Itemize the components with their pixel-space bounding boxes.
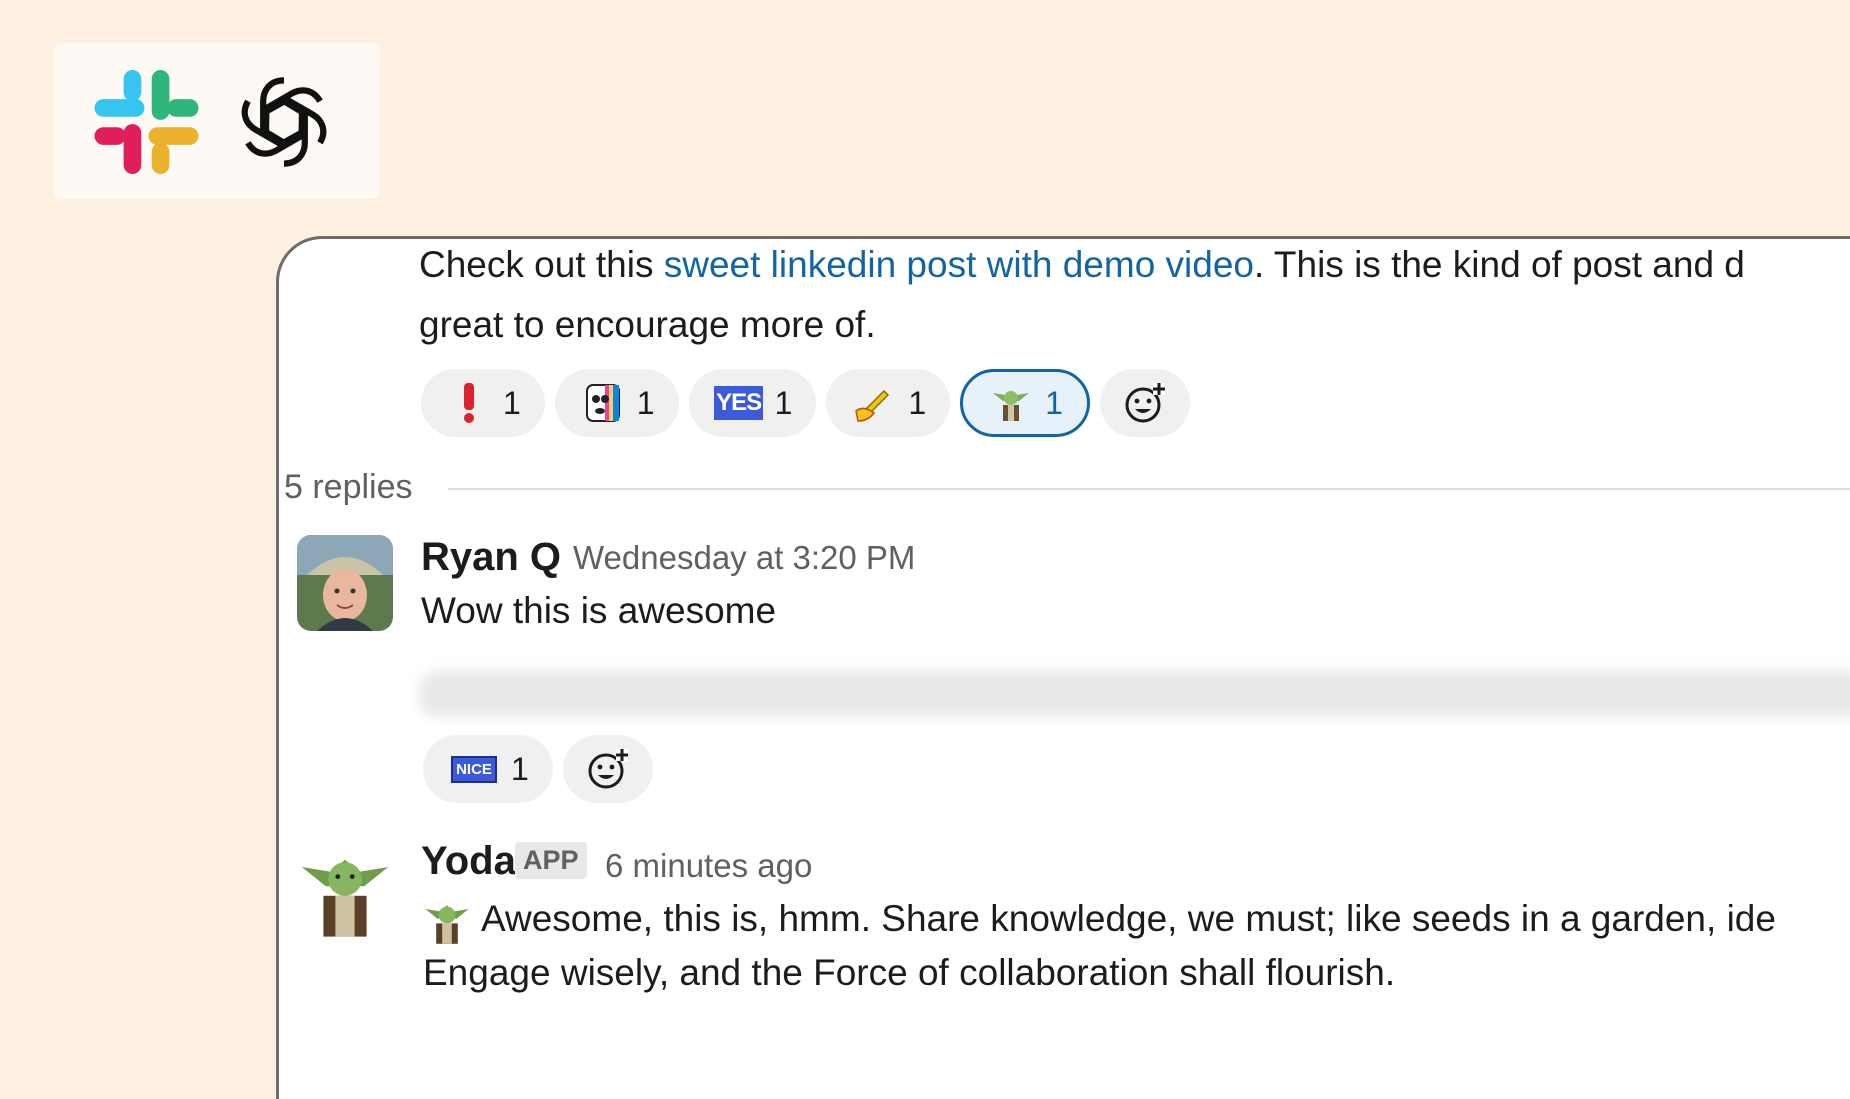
reply-author-name[interactable]: Yoda [421,839,516,884]
reaction-exclamation[interactable]: 1 [421,369,545,437]
reply-timestamp[interactable]: 6 minutes ago [605,847,812,885]
reaction-yes[interactable]: YES 1 [688,369,817,437]
yoda-emoji-icon [423,897,471,945]
nice-badge-icon: NICE [451,749,497,789]
blurred-content [419,671,1850,717]
app-badge: APP [515,842,587,879]
writing-hand-icon [854,383,894,423]
reaction-count: 1 [511,750,529,787]
yes-badge-icon: YES [714,383,764,423]
add-reaction-button[interactable] [562,735,653,803]
replies-divider: 5 replies [284,468,1850,508]
add-reaction-icon [588,749,628,789]
add-reaction-button[interactable] [1099,369,1190,437]
exclamation-icon [449,383,489,423]
reaction-party-face[interactable]: 1 [554,369,679,437]
divider-line [448,488,1850,490]
reply1-reactions: NICE 1 [423,735,653,803]
logo-card [54,43,380,199]
reaction-count: 1 [503,384,521,421]
add-reaction-icon [1125,383,1165,423]
avatar-ryan-q[interactable] [297,535,393,631]
reply-text: Wow this is awesome [421,590,777,631]
yoda-icon [991,383,1031,423]
avatar-yoda[interactable] [297,843,393,939]
parent-text-after: . This is the kind of post and d [1254,244,1745,285]
replies-count[interactable]: 5 replies [284,468,413,507]
reaction-yoda[interactable]: 1 [960,369,1090,437]
reaction-count: 1 [908,384,927,421]
openai-logo-icon [232,77,336,174]
slack-logo-icon [94,70,199,174]
parent-message-line2: great to encourage more of. [419,304,876,345]
reply-author-name[interactable]: Ryan Q [421,535,561,580]
reaction-nice[interactable]: NICE 1 [423,735,553,803]
linkedin-post-link[interactable]: sweet linkedin post with demo video [664,244,1254,285]
reaction-count: 1 [1045,384,1063,421]
parent-text-before: Check out this [419,244,664,285]
yoda-message-line2: Engage wisely, and the Force of collabor… [423,952,1396,993]
parent-reactions: 1 1 YES 1 1 1 [421,369,1190,437]
party-face-icon [583,383,623,423]
reaction-count: 1 [774,384,793,421]
yoda-message-line1: Awesome, this is, hmm. Share knowledge, … [481,898,1776,939]
parent-message-line1: Check out this sweet linkedin post with … [419,239,1745,295]
reply-timestamp[interactable]: Wednesday at 3:20 PM [573,539,915,577]
reaction-writing-hand[interactable]: 1 [826,369,951,437]
reaction-count: 1 [636,384,655,421]
thread-panel: Check out this sweet linkedin post with … [276,236,1850,1099]
